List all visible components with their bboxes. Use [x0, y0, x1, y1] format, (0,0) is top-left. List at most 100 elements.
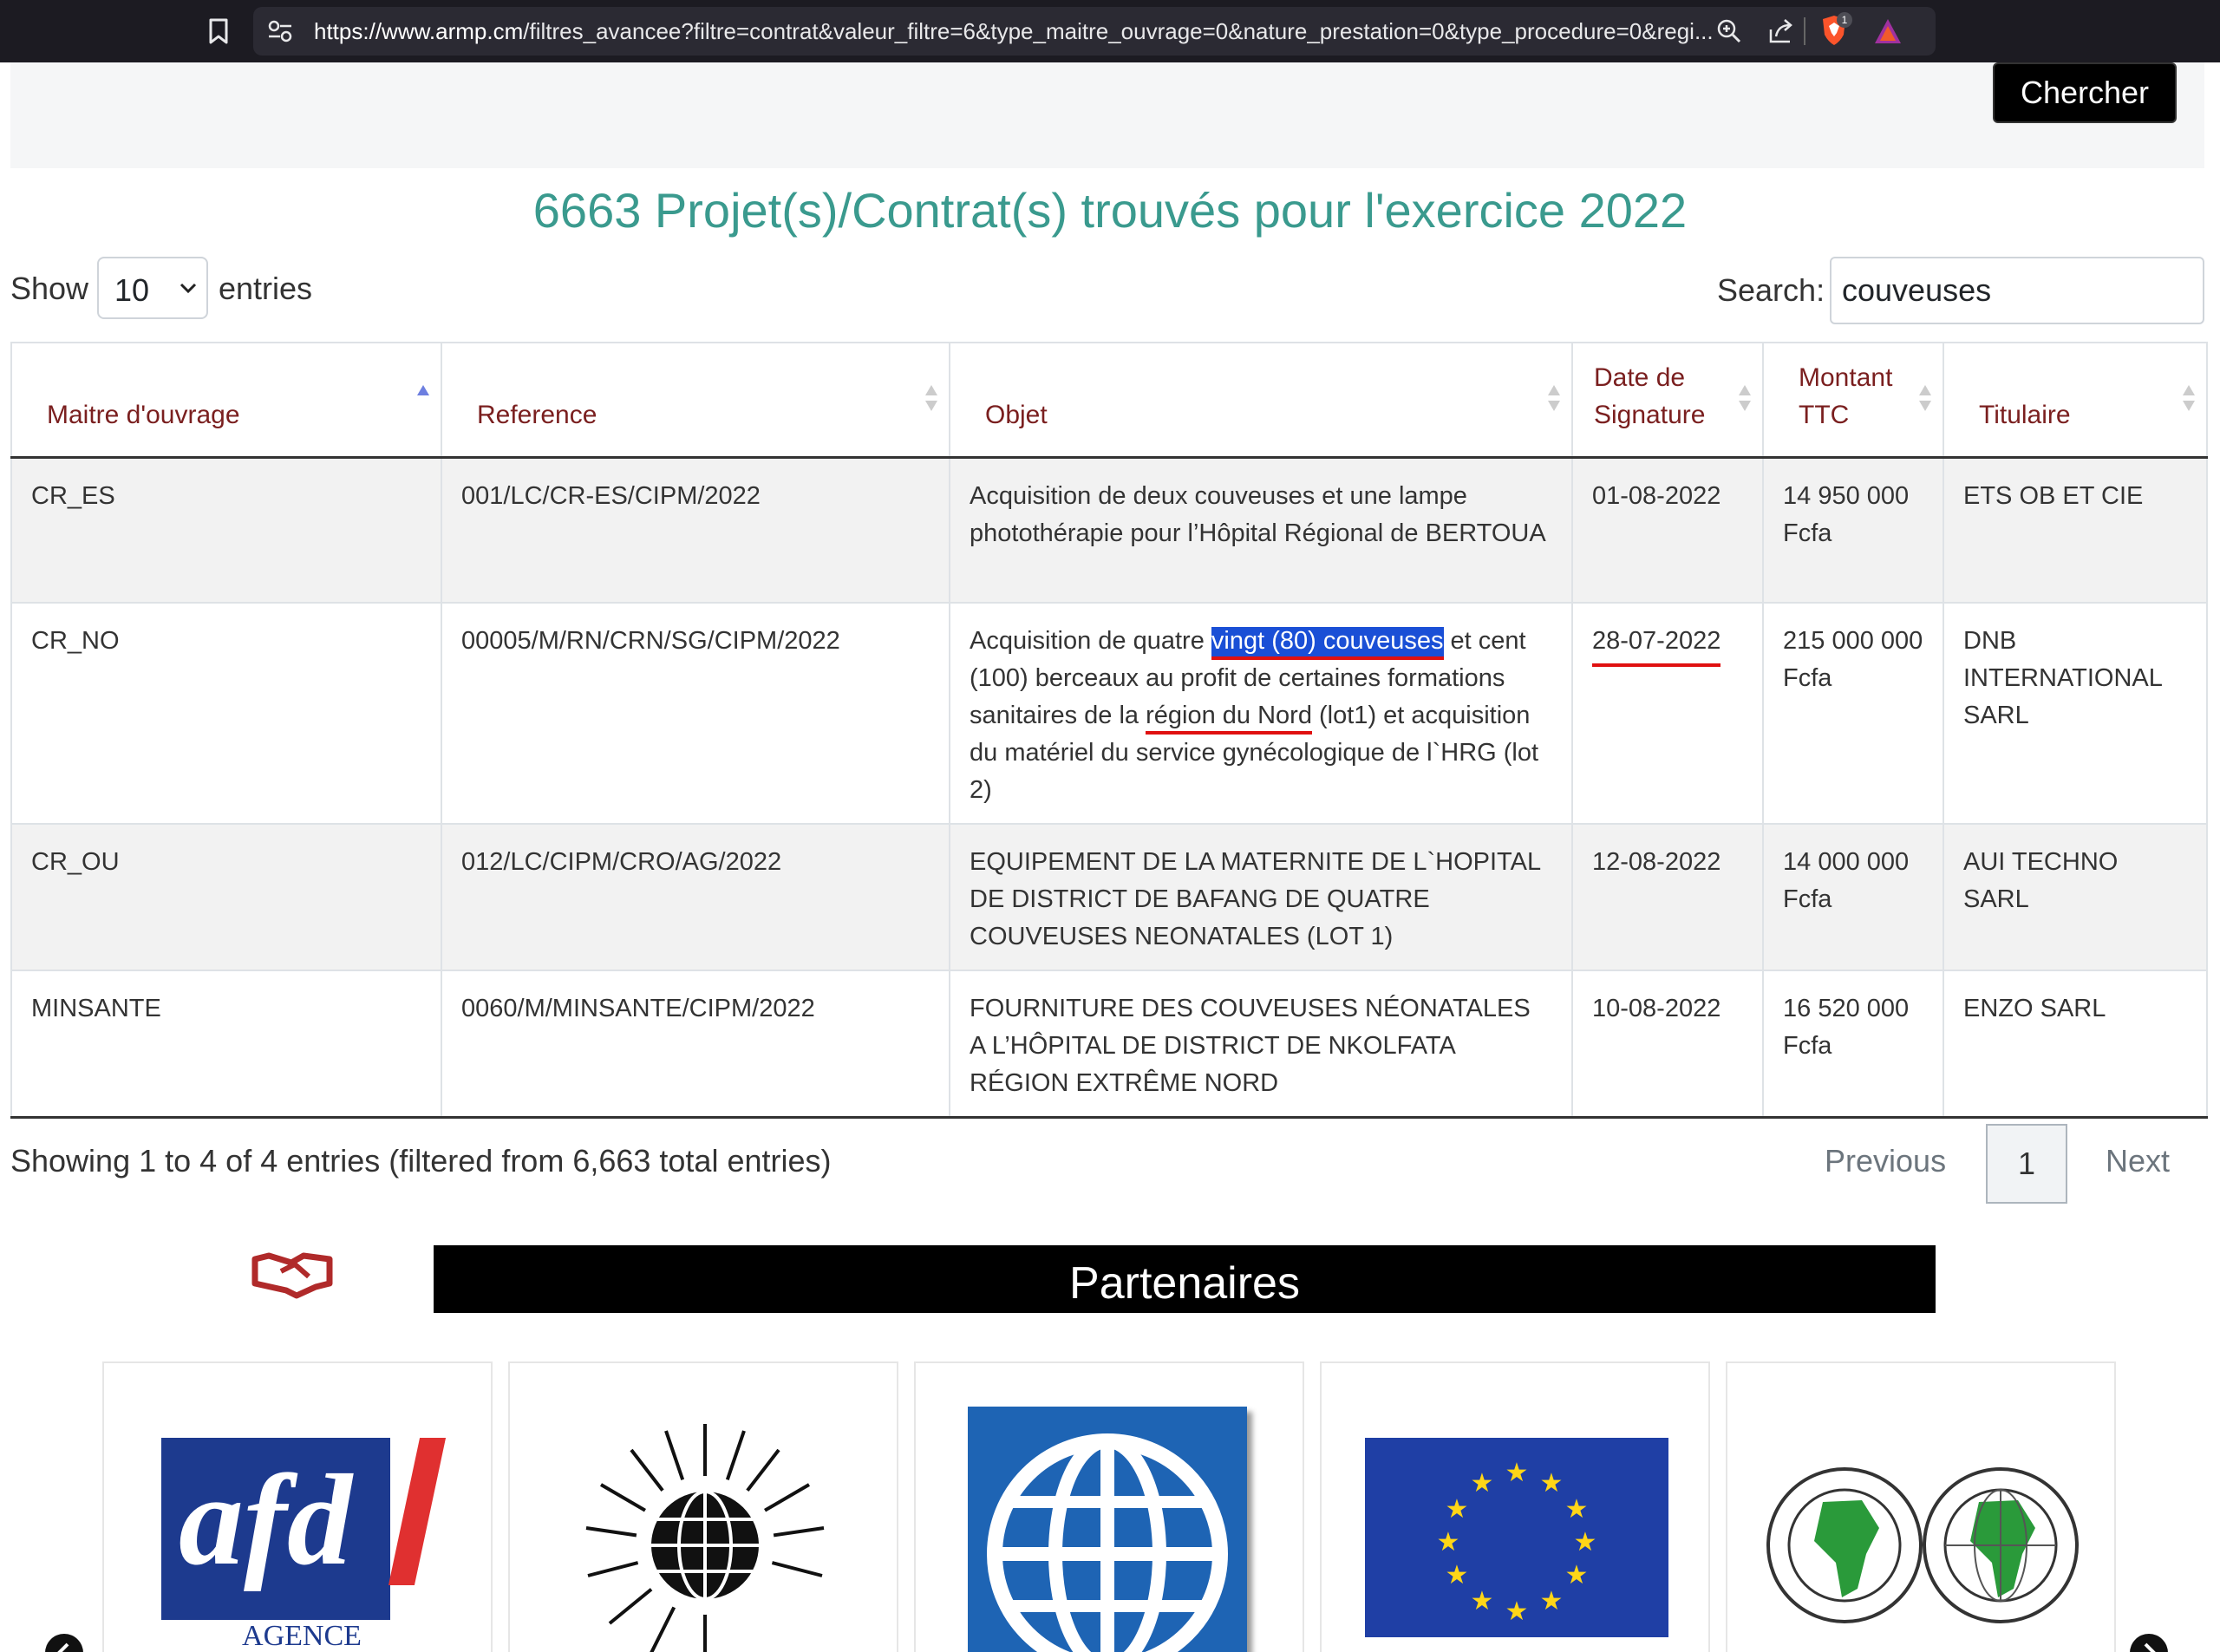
page-title: 6663 Projet(s)/Contrat(s) trouvés pour l… [532, 183, 1688, 238]
cell-reference: 001/LC/CR-ES/CIPM/2022 [441, 456, 950, 604]
show-label: Show [10, 271, 89, 306]
globe-icon [987, 1433, 1228, 1652]
svg-text:★: ★ [1471, 1468, 1494, 1499]
cell-objet: EQUIPEMENT DE LA MATERNITE DE L`HOPITAL … [949, 823, 1573, 971]
cell-reference: 00005/M/RN/CRN/SG/CIPM/2022 [441, 602, 950, 825]
brave-rewards-icon[interactable] [1873, 17, 1903, 45]
objet-text: Acquisition de quatre [970, 627, 1211, 655]
header-label: Maitre d'ouvrage [47, 400, 240, 429]
column-header-reference[interactable]: Reference [441, 342, 950, 459]
column-header-objet[interactable]: Objet [949, 342, 1573, 459]
column-header-titulaire[interactable]: Titulaire [1942, 342, 2208, 459]
afd-caption: AGENCE FRANÇAISE [161, 1620, 442, 1652]
afd-logo-text: afd [179, 1448, 352, 1592]
filter-panel [10, 62, 2204, 168]
header-label: Montant TTC [1799, 362, 1893, 429]
cell-objet: Acquisition de deux couveuses et une lam… [949, 456, 1573, 604]
sort-icon [925, 384, 937, 411]
cell-date: 01-08-2022 [1571, 456, 1764, 604]
cell-maitre: CR_OU [10, 823, 442, 971]
sort-icon [2183, 384, 2195, 411]
cell-titulaire: ETS OB ET CIE [1942, 456, 2208, 604]
shield-count-badge: 1 [1837, 12, 1852, 28]
pagination-next[interactable]: Next [2106, 1143, 2170, 1179]
handshake-icon [251, 1252, 333, 1299]
partner-card-afdb[interactable] [1726, 1361, 2116, 1652]
cell-titulaire: DNB INTERNATIONAL SARL [1942, 602, 2208, 825]
table-row[interactable]: CR_ES 001/LC/CR-ES/CIPM/2022 Acquisition… [10, 456, 2208, 604]
eu-flag-logo: ★ ★ ★ ★ ★ ★ ★ ★ ★ ★ ★ ★ [1365, 1438, 1668, 1637]
svg-text:★: ★ [1574, 1527, 1597, 1557]
sort-icon [1548, 384, 1560, 411]
svg-text:★: ★ [1505, 1458, 1529, 1488]
table-row[interactable]: MINSANTE 0060/M/MINSANTE/CIPM/2022 FOURN… [10, 970, 2208, 1119]
toolbar-divider [1804, 17, 1805, 45]
cell-titulaire: AUI TECHNO SARL [1942, 823, 2208, 971]
svg-text:★: ★ [1565, 1560, 1589, 1590]
partner-card-world-bank[interactable] [914, 1361, 1304, 1652]
cell-objet: FOURNITURE DES COUVEUSES NÉONATALES A L’… [949, 970, 1573, 1119]
carousel-prev-button[interactable] [45, 1634, 83, 1652]
chevron-right-icon [2144, 1642, 2156, 1652]
sort-icon [1919, 384, 1931, 411]
site-settings-icon[interactable] [267, 19, 293, 43]
table-info: Showing 1 to 4 of 4 entries (filtered fr… [10, 1143, 832, 1179]
world-bank-logo [968, 1407, 1247, 1652]
svg-text:★: ★ [1540, 1468, 1564, 1499]
url-host: https://www.armp.cm [314, 18, 524, 44]
search-button[interactable]: Chercher [1993, 62, 2177, 123]
cell-maitre: MINSANTE [10, 970, 442, 1119]
sort-asc-icon [417, 384, 429, 395]
table-row[interactable]: CR_OU 012/LC/CIPM/CRO/AG/2022 EQUIPEMENT… [10, 823, 2208, 971]
svg-text:★: ★ [1437, 1527, 1460, 1557]
selected-text-highlight: vingt (80) couveuses [1211, 627, 1444, 660]
partner-card-commonwealth[interactable] [508, 1361, 898, 1652]
bookmark-icon[interactable] [206, 17, 231, 45]
afdb-logos [1766, 1467, 2079, 1623]
search-input[interactable] [1830, 257, 2204, 324]
cell-titulaire: ENZO SARL [1942, 970, 2208, 1119]
eu-stars-icon: ★ ★★★ ★★★★ ★★★★ [1437, 1458, 1597, 1627]
entries-select[interactable]: 10 [97, 257, 208, 319]
carousel-next-button[interactable] [2130, 1634, 2168, 1652]
entries-label: entries [219, 271, 313, 306]
partner-card-eu[interactable]: ★ ★ ★ ★ ★ ★ ★ ★ ★ ★ ★ ★ [1320, 1361, 1710, 1652]
cell-maitre: CR_NO [10, 602, 442, 825]
column-header-date[interactable]: Date de Signature [1571, 342, 1764, 459]
partner-card-afd[interactable]: afd AGENCE FRANÇAISE [102, 1361, 493, 1652]
cell-montant: 14 000 000 Fcfa [1762, 823, 1944, 971]
svg-text:★: ★ [1565, 1494, 1589, 1525]
cell-reference: 012/LC/CIPM/CRO/AG/2022 [441, 823, 950, 971]
table-header-row: Maitre d'ouvrage Reference Objet Date de… [10, 342, 2208, 459]
underlined-text: région du Nord [1146, 702, 1312, 735]
pagination-previous[interactable]: Previous [1825, 1143, 1946, 1179]
cell-date: 10-08-2022 [1571, 970, 1764, 1119]
column-header-montant[interactable]: Montant TTC [1762, 342, 1944, 459]
cell-reference: 0060/M/MINSANTE/CIPM/2022 [441, 970, 950, 1119]
table-row[interactable]: CR_NO 00005/M/RN/CRN/SG/CIPM/2022 Acquis… [10, 602, 2208, 825]
partners-title: Partenaires [1069, 1258, 1300, 1309]
svg-text:★: ★ [1540, 1586, 1564, 1616]
underlined-date: 28-07-2022 [1592, 623, 1721, 667]
svg-text:★: ★ [1446, 1494, 1469, 1525]
sort-icon [1739, 384, 1751, 411]
chevron-down-icon [180, 283, 197, 294]
cell-objet: Acquisition de quatre vingt (80) couveus… [949, 602, 1573, 825]
partners-banner: Partenaires [434, 1245, 1936, 1313]
zoom-icon[interactable] [1715, 17, 1743, 45]
afd-logo: afd [161, 1438, 447, 1632]
address-bar[interactable]: https://www.armp.cm/filtres_avancee?filt… [253, 7, 1936, 56]
header-label: Objet [985, 400, 1048, 429]
svg-text:★: ★ [1505, 1596, 1529, 1627]
browser-toolbar: https://www.armp.cm/filtres_avancee?filt… [0, 0, 2220, 62]
svg-text:★: ★ [1471, 1586, 1494, 1616]
cell-montant: 16 520 000 Fcfa [1762, 970, 1944, 1119]
header-label: Reference [477, 400, 597, 429]
url-text: https://www.armp.cm/filtres_avancee?filt… [314, 18, 1714, 45]
chevron-left-icon [57, 1642, 69, 1652]
commonwealth-logo [585, 1424, 825, 1652]
share-icon[interactable] [1767, 17, 1795, 45]
svg-text:★: ★ [1446, 1560, 1469, 1590]
pagination-page-1[interactable]: 1 [1986, 1124, 2067, 1204]
column-header-maitre[interactable]: Maitre d'ouvrage [10, 342, 442, 459]
